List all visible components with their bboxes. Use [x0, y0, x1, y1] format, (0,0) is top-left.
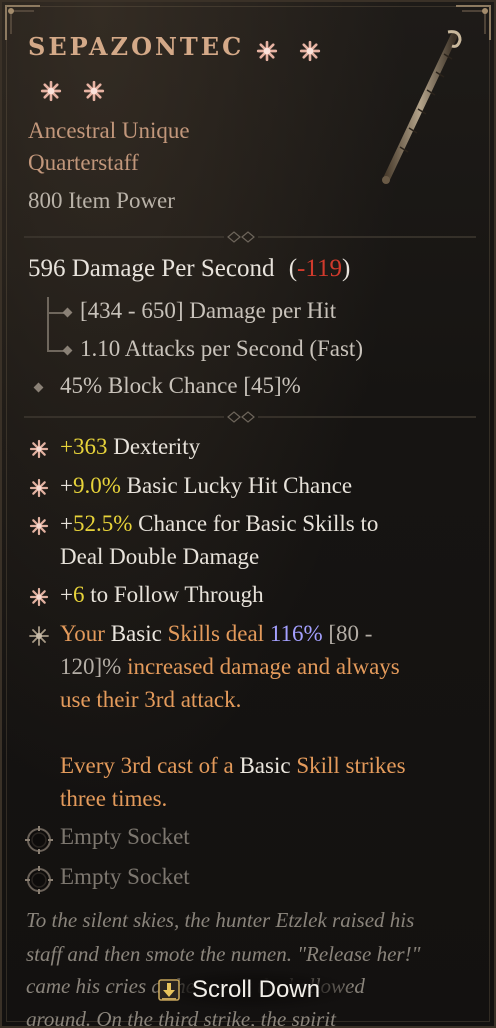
dps-delta: -119	[297, 255, 342, 282]
diamond-bullet-icon	[33, 382, 44, 393]
aspect-keyword: Basic	[110, 621, 162, 646]
snowflake-bullet-icon	[29, 439, 49, 459]
aspect-keyword: Basic	[239, 753, 291, 778]
diamond-bullet-icon	[62, 345, 73, 356]
flavor-line: staff and then smote the numen. "Release…	[26, 942, 421, 966]
affix-lucky-hit: +9.0% Basic Lucky Hit Chance	[60, 473, 352, 499]
scroll-down-label: Scroll Down	[192, 976, 321, 1003]
section-divider	[24, 411, 476, 423]
block-chance-label: Block Chance [45]%	[107, 373, 301, 398]
dps-open-paren: (	[288, 255, 298, 282]
item-rarity: Ancestral Unique	[28, 118, 190, 143]
affix-label: Basic Lucky Hit Chance	[126, 473, 353, 498]
dps-value: 596 Damage Per Second	[28, 255, 275, 282]
affix-double-damage: +52.5% Chance for Basic Skills to	[60, 511, 378, 537]
affix-value: 9.0%	[72, 473, 121, 498]
socket-icon	[25, 826, 53, 854]
affix-double-damage-cont: Deal Double Damage	[60, 544, 260, 569]
aspect-line-1: Your Basic Skills deal 116% [80 -	[60, 621, 372, 647]
snowflake-pip-icon	[299, 40, 321, 62]
section-divider	[24, 231, 476, 243]
snowflake-pip-icon	[83, 80, 105, 102]
aspect-text: Your	[60, 621, 111, 646]
snowflake-pip-icon	[40, 80, 62, 102]
affix-value: +363	[60, 434, 108, 459]
flavor-line: ground. On the third strike, the spirit	[26, 1007, 336, 1028]
affix-label: Dexterity	[113, 434, 201, 459]
damage-per-hit: [434 - 650] Damage per Hit	[80, 298, 337, 323]
snowflake-bullet-icon	[29, 478, 49, 498]
snowflake-pip-icon	[256, 40, 278, 62]
socket-icon	[25, 866, 53, 894]
affix-prefix: +	[60, 473, 73, 498]
affix-dexterity: +363 Dexterity	[60, 434, 200, 460]
aspect-text: Skills deal	[161, 621, 270, 646]
item-name: SEPAZONTEC	[28, 32, 245, 61]
aspect-line-3: use their 3rd attack.	[60, 687, 242, 712]
aspect-value: 116%	[269, 621, 323, 646]
aspect-range: [80 -	[322, 621, 373, 646]
diamond-bullet-icon	[62, 307, 73, 318]
scroll-down-icon	[158, 979, 180, 1001]
quarterstaff-icon	[382, 30, 462, 184]
socket-label: Empty Socket	[60, 824, 190, 849]
damage-per-second: 596 Damage Per Second (-119)	[28, 255, 350, 283]
aspect-text: increased damage and always	[121, 654, 400, 679]
scroll-down-prompt[interactable]: Scroll Down	[152, 970, 352, 1010]
socket-label: Empty Socket	[60, 864, 190, 889]
affix-value: 6	[72, 582, 85, 607]
flavor-line: To the silent skies, the hunter Etzlek r…	[26, 908, 415, 932]
aspect-line-5: three times.	[60, 786, 168, 811]
snowflake-bullet-icon	[29, 587, 49, 607]
aspect-line-2: 120]% increased damage and always	[60, 654, 400, 680]
affix-value: 52.5%	[72, 511, 133, 536]
affix-label: to Follow Through	[90, 582, 264, 607]
affix-follow-through: +6 to Follow Through	[60, 582, 264, 608]
aspect-line-4: Every 3rd cast of a Basic Skill strikes	[60, 753, 406, 779]
star-bullet-icon	[29, 626, 49, 646]
affix-prefix: +	[60, 511, 73, 536]
attacks-per-second: 1.10 Attacks per Second (Fast)	[80, 336, 363, 361]
snowflake-bullet-icon	[29, 516, 49, 536]
aspect-text: Skill strikes	[290, 753, 406, 778]
item-power: 800 Item Power	[28, 188, 175, 213]
aspect-range: 120]%	[60, 654, 122, 679]
block-chance-value: 45%	[60, 373, 103, 398]
affix-label: Chance for Basic Skills to	[138, 511, 379, 536]
affix-prefix: +	[60, 582, 73, 607]
item-type: Quarterstaff	[28, 150, 139, 175]
item-tooltip-panel: SEPAZONTEC Ancestral Unique Quarterstaff…	[0, 0, 496, 1028]
block-chance: 45% Block Chance [45]%	[60, 373, 301, 399]
aspect-text: Every 3rd cast of a	[60, 753, 240, 778]
dps-close-paren: )	[341, 255, 351, 282]
stat-tree-line	[47, 297, 49, 351]
